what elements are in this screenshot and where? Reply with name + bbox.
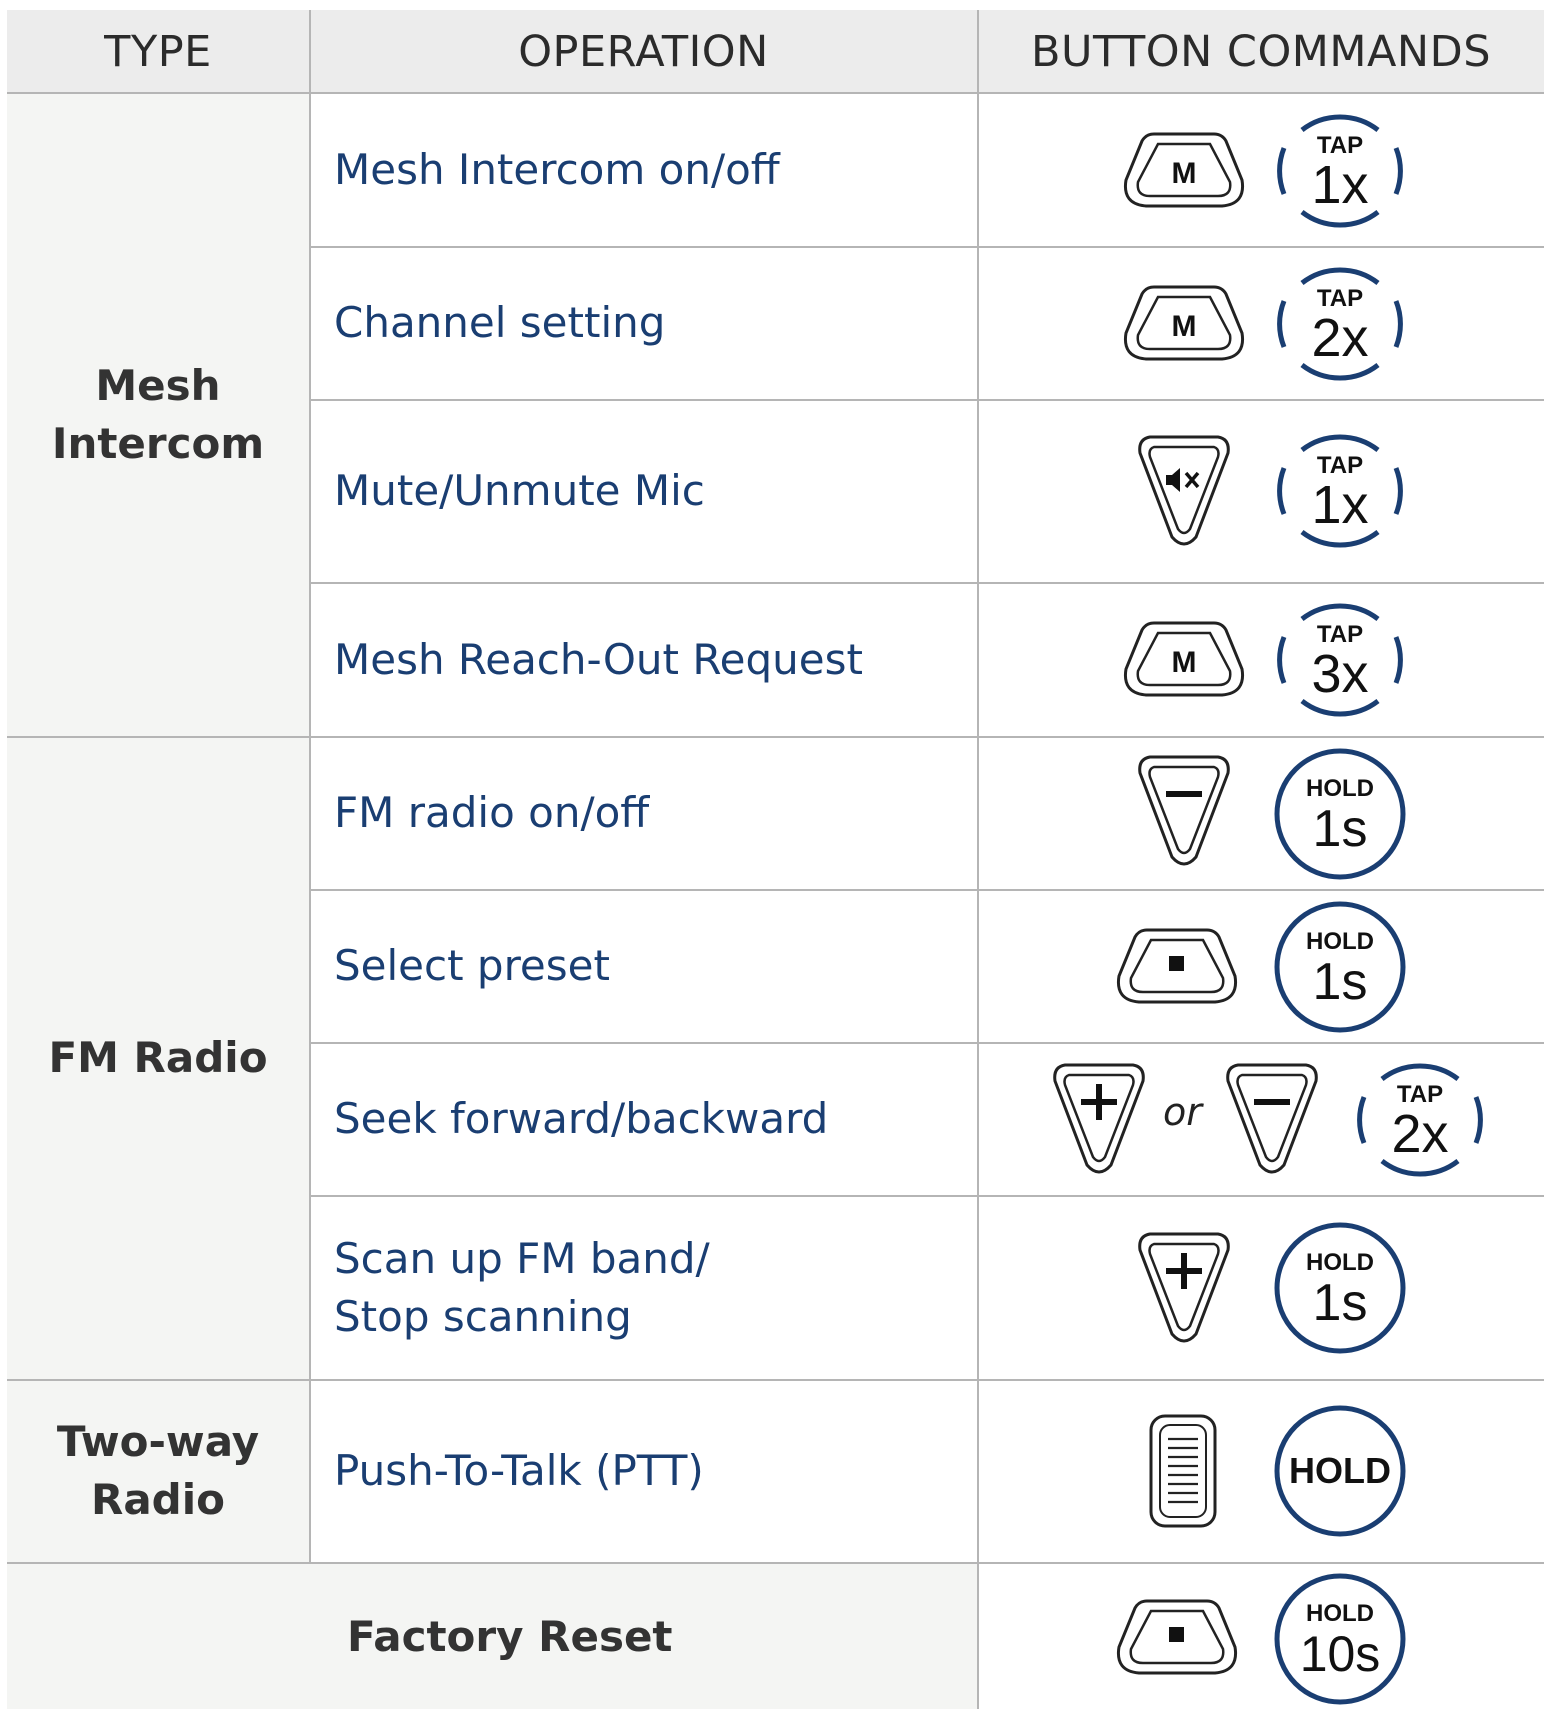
svg-text:HOLD: HOLD bbox=[1306, 1249, 1374, 1276]
operation-label: Mesh Intercom on/off bbox=[334, 144, 780, 194]
mute-mic-button-icon bbox=[1138, 435, 1230, 546]
minus-button-icon bbox=[1226, 1063, 1318, 1174]
hold-badge-icon: HOLD 10s bbox=[1274, 1573, 1406, 1705]
hold-badge-icon: HOLD bbox=[1274, 1405, 1406, 1537]
hold-badge-icon: HOLD 1s bbox=[1274, 748, 1406, 880]
svg-text:2x: 2x bbox=[1311, 308, 1368, 368]
svg-text:1x: 1x bbox=[1311, 155, 1368, 215]
svg-text:1s: 1s bbox=[1313, 1274, 1368, 1332]
operation-label: Seek forward/backward bbox=[334, 1094, 829, 1143]
svg-text:HOLD: HOLD bbox=[1289, 1450, 1391, 1491]
operation-label: Select preset bbox=[334, 941, 610, 990]
m-button-icon: M bbox=[1123, 132, 1245, 208]
m-button-icon: M bbox=[1123, 285, 1245, 361]
svg-text:M: M bbox=[1172, 310, 1197, 343]
or-separator: or bbox=[1163, 1090, 1202, 1134]
group-two-way-radio: Two-way Radio bbox=[7, 1379, 309, 1562]
operation-cell: Push-To-Talk (PTT) bbox=[310, 1380, 977, 1562]
svg-text:10s: 10s bbox=[1300, 1626, 1381, 1682]
svg-text:2x: 2x bbox=[1391, 1104, 1448, 1164]
operation-label: Mute/Unmute Mic bbox=[334, 466, 705, 515]
operation-cell: Select preset bbox=[310, 890, 977, 1042]
operation-cell: Mesh Reach-Out Request bbox=[310, 583, 977, 736]
svg-text:HOLD: HOLD bbox=[1306, 928, 1374, 955]
svg-text:M: M bbox=[1172, 157, 1197, 190]
operation-cell: Mesh Intercom on/off bbox=[310, 93, 977, 246]
center-button-icon bbox=[1116, 1599, 1238, 1675]
center-button-icon bbox=[1116, 928, 1238, 1004]
svg-text:1s: 1s bbox=[1313, 800, 1368, 858]
svg-text:M: M bbox=[1172, 646, 1197, 679]
plus-button-icon bbox=[1138, 1232, 1230, 1343]
group-fm-radio: FM Radio bbox=[7, 736, 309, 1379]
operation-label: Channel setting bbox=[334, 298, 666, 347]
hold-badge-icon: HOLD 1s bbox=[1274, 1222, 1406, 1354]
tap-badge-icon: TAP 2x bbox=[1357, 1063, 1483, 1177]
operation-label: Mesh Reach-Out Request bbox=[334, 634, 863, 684]
tap-badge-icon: TAP 1x bbox=[1277, 114, 1403, 228]
group-label-line2: Intercom bbox=[51, 418, 265, 468]
operation-label: Push-To-Talk (PTT) bbox=[334, 1446, 704, 1495]
factory-reset-cell: Factory Reset bbox=[7, 1563, 977, 1709]
header-button-commands: BUTTON COMMANDS bbox=[978, 10, 1544, 93]
m-button-icon: M bbox=[1123, 621, 1245, 697]
operation-cell: Mute/Unmute Mic bbox=[310, 400, 977, 582]
operation-label-line1: Scan up FM band/ bbox=[334, 1233, 710, 1283]
header-operation: OPERATION bbox=[310, 10, 977, 93]
svg-text:HOLD: HOLD bbox=[1306, 775, 1374, 802]
plus-button-icon bbox=[1053, 1063, 1145, 1174]
operation-label: FM radio on/off bbox=[334, 788, 650, 837]
operation-cell: FM radio on/off bbox=[310, 737, 977, 889]
header-type: TYPE bbox=[7, 10, 309, 93]
group-label-line1: Mesh bbox=[95, 360, 221, 410]
svg-text:1s: 1s bbox=[1313, 953, 1368, 1011]
ptt-grip-button-icon bbox=[1149, 1414, 1217, 1528]
group-label-line2: Radio bbox=[90, 1474, 225, 1524]
group-label-line1: Two-way bbox=[56, 1416, 260, 1466]
tap-badge-icon: TAP 2x bbox=[1277, 267, 1403, 381]
svg-text:HOLD: HOLD bbox=[1306, 1600, 1374, 1627]
operation-cell: Seek forward/backward bbox=[310, 1043, 977, 1195]
operation-cell: Scan up FM band/Stop scanning bbox=[310, 1196, 977, 1379]
operation-label: Factory Reset bbox=[347, 1611, 673, 1661]
button-command-table: TYPE OPERATION BUTTON COMMANDS Mesh Inter… bbox=[0, 0, 1551, 1709]
group-mesh-intercom: Mesh Intercom bbox=[7, 93, 309, 736]
operation-cell: Channel setting bbox=[310, 247, 977, 399]
tap-badge-icon: TAP 3x bbox=[1277, 603, 1403, 717]
group-label-line1: FM Radio bbox=[48, 1032, 268, 1082]
tap-badge-icon: TAP 1x bbox=[1277, 434, 1403, 548]
minus-button-icon bbox=[1138, 755, 1230, 866]
svg-text:3x: 3x bbox=[1311, 644, 1368, 704]
svg-text:1x: 1x bbox=[1311, 475, 1368, 535]
hold-badge-icon: HOLD 1s bbox=[1274, 901, 1406, 1033]
operation-label-line2: Stop scanning bbox=[334, 1291, 632, 1341]
